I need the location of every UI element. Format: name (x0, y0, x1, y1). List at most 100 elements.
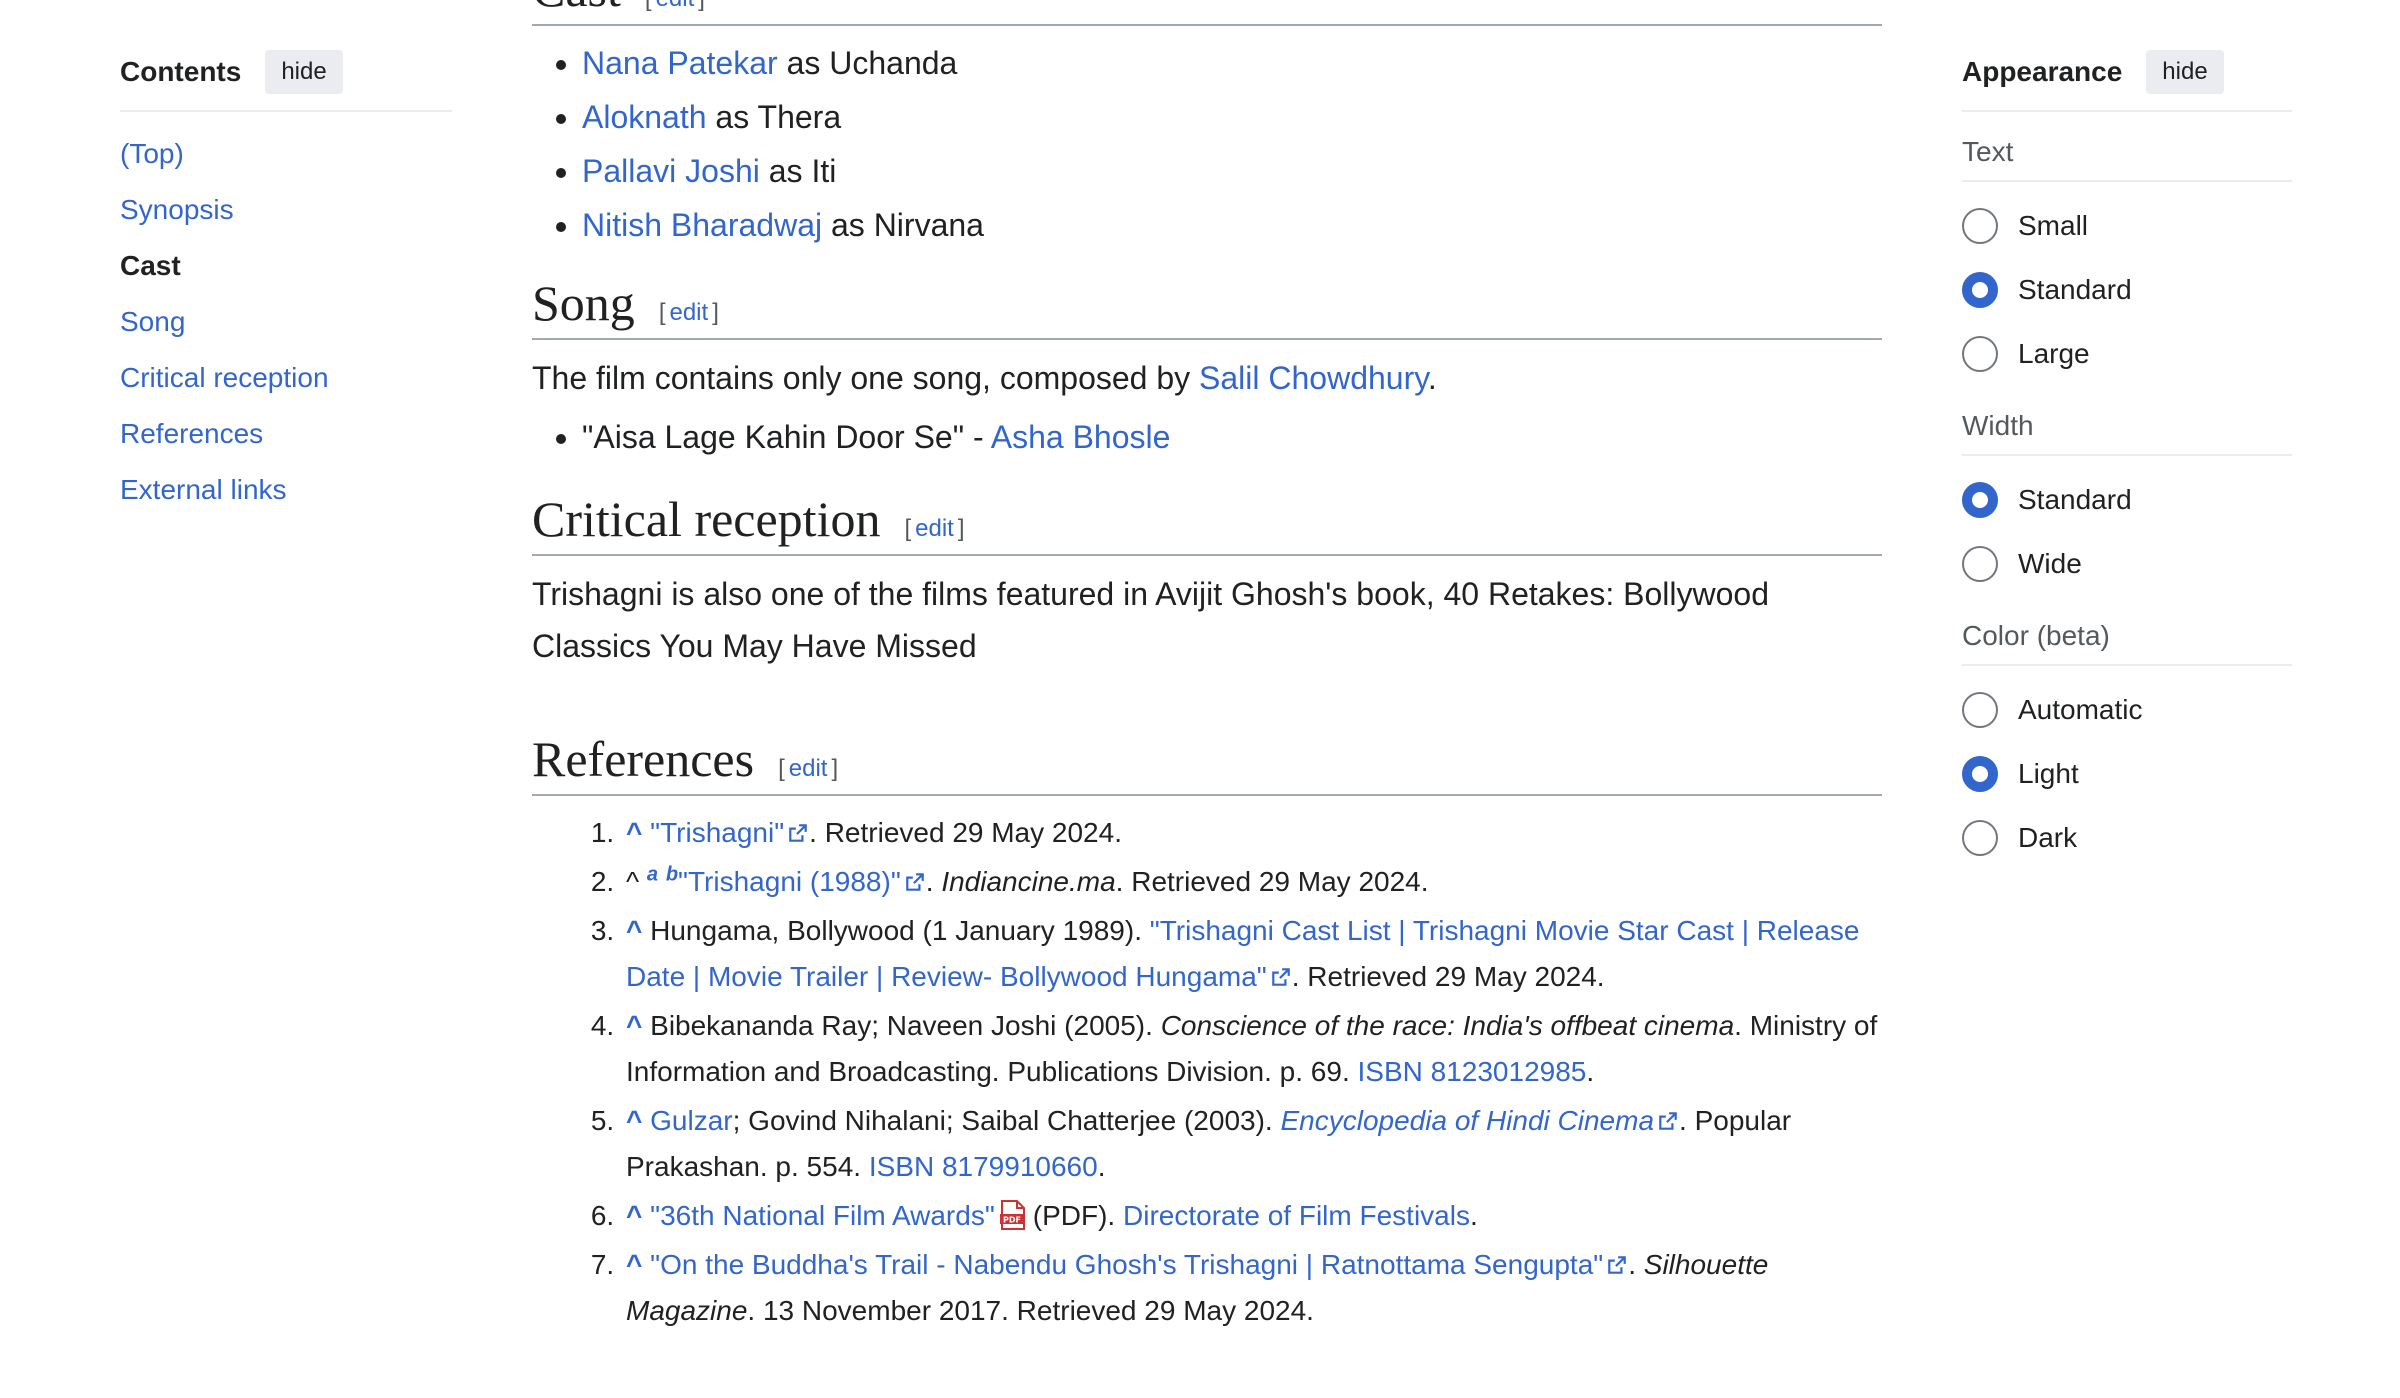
toc-header: Contents hide (120, 48, 452, 112)
appearance-hide-button[interactable]: hide (2146, 50, 2224, 94)
backlink-caret[interactable]: ^ (626, 1249, 642, 1280)
backlink-a[interactable]: a (647, 864, 658, 886)
cast-section: Cast [edit] Nana Patekar as Uchanda Alok… (532, 0, 1882, 252)
radio-button-checked[interactable] (1962, 272, 1998, 308)
cast-edit: [edit] (645, 0, 705, 13)
color-options: Automatic Light Dark (1962, 678, 2292, 870)
backlink-b[interactable]: b (666, 864, 678, 886)
references-heading: References (532, 731, 755, 787)
actor-link[interactable]: Nana Patekar (582, 45, 778, 81)
backlink-caret: ^ (626, 866, 640, 897)
radio-button[interactable] (1962, 546, 1998, 582)
radio-button[interactable] (1962, 208, 1998, 244)
width-wide-option[interactable]: Wide (1962, 532, 2292, 596)
role-text: as Iti (768, 153, 837, 189)
text-size-small-option[interactable]: Small (1962, 194, 2292, 258)
appearance-panel: Appearance hide Text Small Standard Larg… (1962, 48, 2292, 870)
color-automatic-option[interactable]: Automatic (1962, 678, 2292, 742)
external-link-icon (1606, 1244, 1628, 1274)
radio-button[interactable] (1962, 820, 1998, 856)
cast-item: Nana Patekar as Uchanda (582, 36, 1882, 90)
radio-button[interactable] (1962, 336, 1998, 372)
article-content: Cast [edit] Nana Patekar as Uchanda Alok… (532, 0, 1882, 1337)
color-light-option[interactable]: Light (1962, 742, 2292, 806)
reference-item-1: ^ "Trishagni". Retrieved 29 May 2024. (622, 810, 1882, 856)
actor-link[interactable]: Aloknath (582, 99, 707, 135)
cast-item: Nitish Bharadwaj as Nirvana (582, 198, 1882, 252)
toc-item-top[interactable]: (Top) (120, 126, 452, 182)
toc-item-critical-reception[interactable]: Critical reception (120, 350, 452, 406)
color-dark-option[interactable]: Dark (1962, 806, 2292, 870)
reference-item-5: ^ Gulzar; Govind Nihalani; Saibal Chatte… (622, 1098, 1882, 1190)
reference-item-2: ^ a b"Trishagni (1988)". Indiancine.ma. … (622, 859, 1882, 905)
backlink-caret[interactable]: ^ (626, 915, 642, 946)
cast-edit-link[interactable]: edit (656, 0, 695, 12)
external-link-icon (1270, 956, 1292, 986)
toc-item-synopsis[interactable]: Synopsis (120, 182, 452, 238)
external-link-icon (904, 861, 926, 891)
cast-item: Aloknath as Thera (582, 90, 1882, 144)
toc-title: Contents (120, 56, 242, 87)
critical-paragraph: Trishagni is also one of the films featu… (532, 576, 1769, 664)
reference-item-7: ^ "On the Buddha's Trail - Nabendu Ghosh… (622, 1242, 1882, 1334)
text-size-large-option[interactable]: Large (1962, 322, 2292, 386)
pdf-icon: PDF (999, 1198, 1027, 1230)
critical-edit: [edit] (904, 515, 965, 542)
backlink-caret[interactable]: ^ (626, 1105, 642, 1136)
references-section: References [edit] ^ "Trishagni". Retriev… (532, 730, 1882, 1334)
backlink-caret[interactable]: ^ (626, 1010, 642, 1041)
song-paragraph: The film contains only one song, compose… (532, 360, 1437, 396)
backlink-caret[interactable]: ^ (626, 817, 642, 848)
reference-link[interactable]: "On the Buddha's Trail - Nabendu Ghosh's… (650, 1249, 1603, 1280)
critical-heading-row: Critical reception [edit] (532, 490, 1882, 556)
actor-link[interactable]: Nitish Bharadwaj (582, 207, 822, 243)
cast-heading-row: Cast [edit] (532, 0, 1882, 26)
song-item: "Aisa Lage Kahin Door Se" - Asha Bhosle (582, 410, 1882, 464)
width-label: Width (1962, 410, 2292, 456)
role-text: as Nirvana (831, 207, 984, 243)
toc-item-external-links[interactable]: External links (120, 462, 452, 518)
text-size-standard-option[interactable]: Standard (1962, 258, 2292, 322)
toc-item-references[interactable]: References (120, 406, 452, 462)
text-size-options: Small Standard Large (1962, 194, 2292, 386)
isbn-link[interactable]: ISBN 8123012985 (1358, 1056, 1587, 1087)
references-heading-row: References [edit] (532, 730, 1882, 796)
composer-link[interactable]: Salil Chowdhury (1199, 360, 1428, 396)
radio-button-checked[interactable] (1962, 482, 1998, 518)
references-edit: [edit] (778, 755, 839, 782)
toc-item-cast[interactable]: Cast (120, 238, 452, 294)
isbn-link[interactable]: ISBN 8179910660 (869, 1151, 1098, 1182)
author-link[interactable]: Gulzar (650, 1105, 732, 1136)
critical-edit-link[interactable]: edit (915, 515, 954, 542)
width-standard-option[interactable]: Standard (1962, 468, 2292, 532)
song-section: Song [edit] The film contains only one s… (532, 274, 1882, 464)
references-edit-link[interactable]: edit (789, 755, 828, 782)
backlink-caret[interactable]: ^ (626, 1200, 642, 1231)
table-of-contents: Contents hide (Top) Synopsis Cast Song C… (120, 48, 452, 518)
singer-link[interactable]: Asha Bhosle (991, 419, 1171, 455)
appearance-header: Appearance hide (1962, 48, 2292, 112)
toc-item-song[interactable]: Song (120, 294, 452, 350)
reference-link[interactable]: "Trishagni (1988)" (678, 866, 901, 897)
text-size-label: Text (1962, 136, 2292, 182)
song-edit-link[interactable]: edit (669, 299, 708, 326)
song-heading-row: Song [edit] (532, 274, 1882, 340)
toc-list: (Top) Synopsis Cast Song Critical recept… (120, 126, 452, 518)
reference-item-3: ^ Hungama, Bollywood (1 January 1989). "… (622, 908, 1882, 1000)
critical-heading: Critical reception (532, 491, 881, 547)
appearance-title: Appearance (1962, 56, 2123, 87)
reference-link[interactable]: "36th National Film Awards" (650, 1200, 995, 1231)
reference-item-6: ^ "36th National Film Awards"PDF(PDF). D… (622, 1193, 1882, 1239)
reference-link[interactable]: "Trishagni" (650, 817, 784, 848)
cast-list: Nana Patekar as Uchanda Aloknath as Ther… (532, 36, 1882, 252)
actor-link[interactable]: Pallavi Joshi (582, 153, 760, 189)
radio-button[interactable] (1962, 692, 1998, 728)
reference-item-4: ^ Bibekananda Ray; Naveen Joshi (2005). … (622, 1003, 1882, 1095)
svg-text:PDF: PDF (1003, 1216, 1021, 1225)
organization-link[interactable]: Directorate of Film Festivals (1123, 1200, 1470, 1231)
toc-hide-button[interactable]: hide (265, 50, 343, 94)
width-options: Standard Wide (1962, 468, 2292, 596)
radio-button-checked[interactable] (1962, 756, 1998, 792)
book-link[interactable]: Encyclopedia of Hindi Cinema (1280, 1105, 1654, 1136)
references-list: ^ "Trishagni". Retrieved 29 May 2024. ^ … (532, 810, 1882, 1334)
